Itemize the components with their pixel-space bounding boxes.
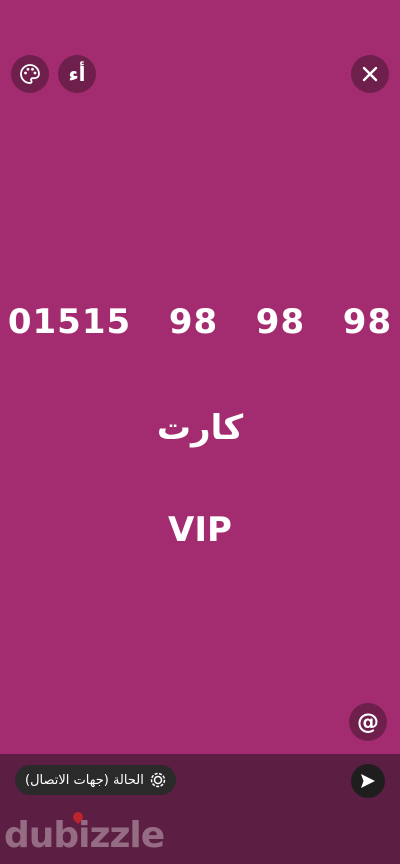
mention-icon: @ [357,709,379,735]
send-icon [361,774,375,788]
status-audience-selector[interactable]: الحالة (جهات الاتصال) [15,765,176,795]
palette-button[interactable] [11,55,49,93]
status-text-line-3[interactable]: VIP [0,510,400,550]
palette-icon [20,64,40,84]
status-audience-label: الحالة (جهات الاتصال) [25,772,144,788]
status-ring-icon [150,772,166,788]
close-button[interactable] [351,55,389,93]
status-text-line-1[interactable]: 01515 98 98 98 [0,302,400,342]
status-text-line-2[interactable]: كارت [0,408,400,448]
send-button[interactable] [351,764,385,798]
font-style-button[interactable]: أء [58,55,96,93]
mention-button[interactable]: @ [349,703,387,741]
font-style-label: أء [68,62,86,86]
close-icon [362,66,378,82]
watermark-logo: dubizzle [4,815,165,856]
